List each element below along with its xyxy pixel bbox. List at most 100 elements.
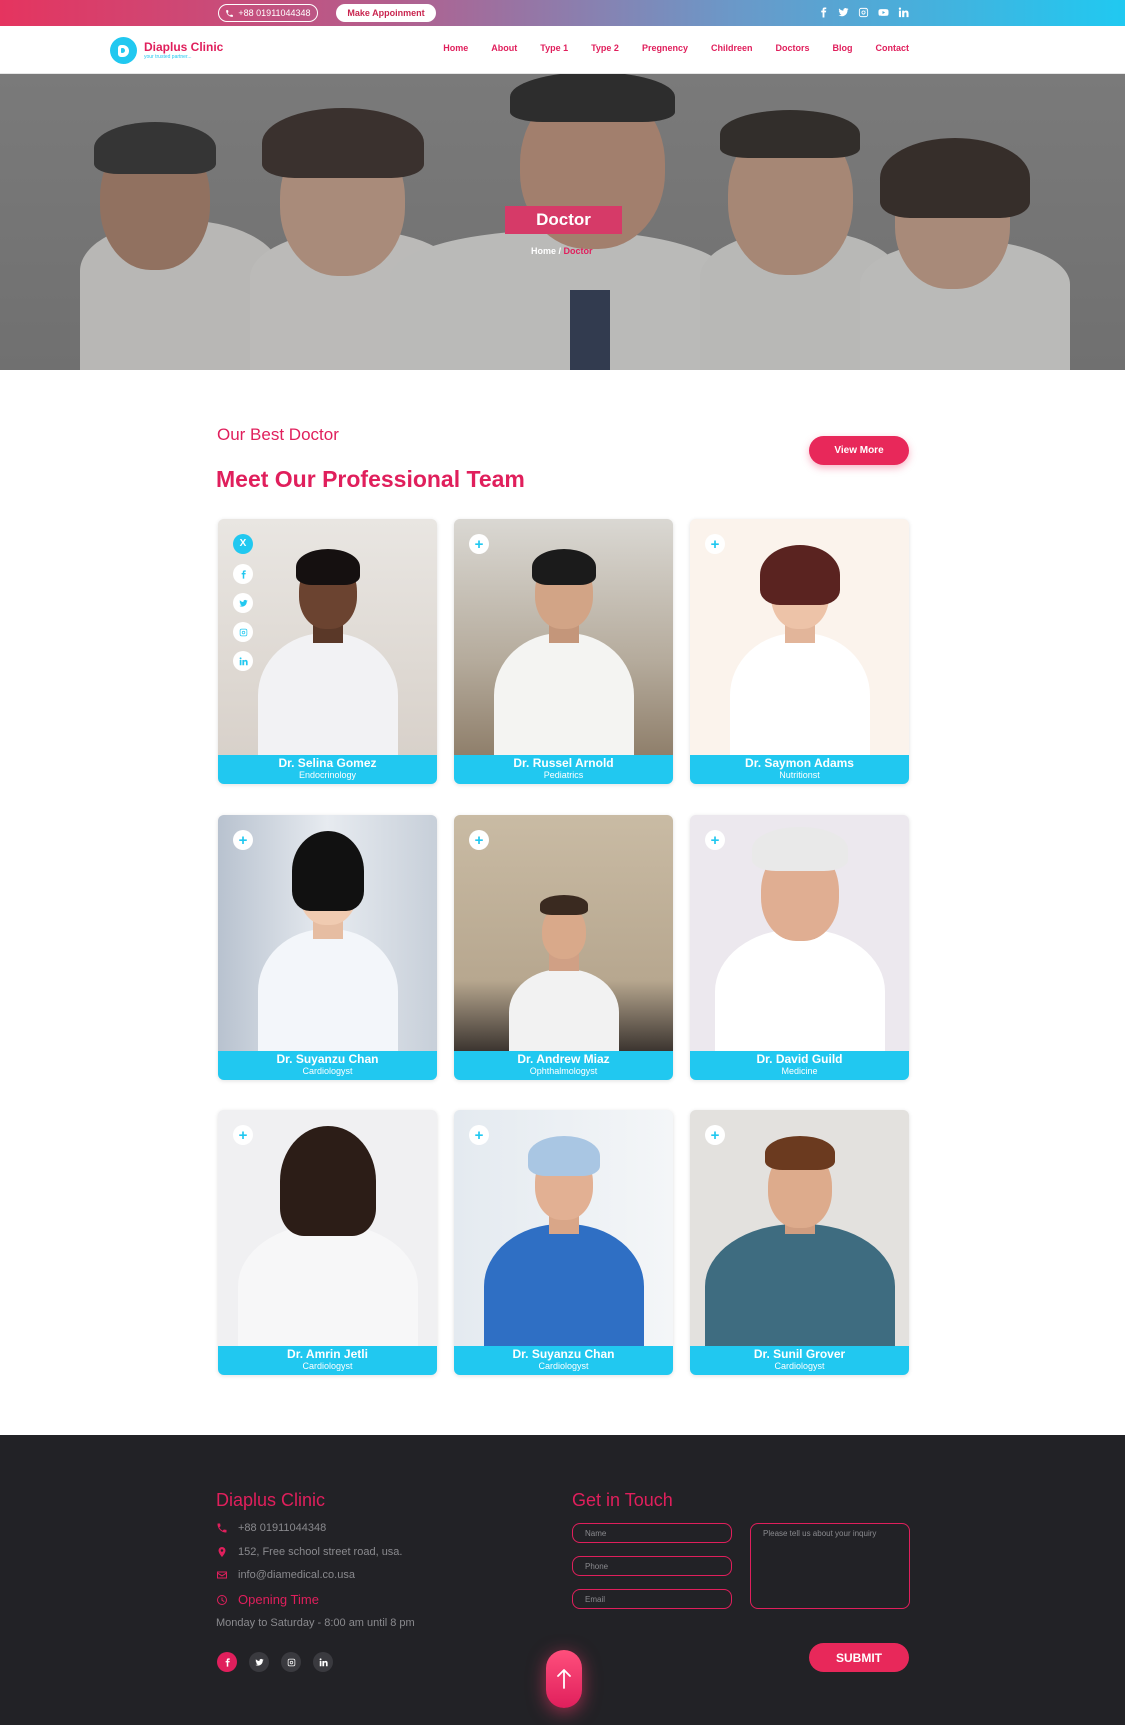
linkedin-icon[interactable] (897, 5, 909, 19)
brand-name: Diaplus Clinic (144, 39, 224, 54)
doctor-label: Dr. Russel Arnold Pediatrics (454, 755, 673, 784)
footer-social-links (217, 1652, 333, 1672)
location-pin-icon (218, 1547, 226, 1557)
nav-item-blog[interactable]: Blog (833, 43, 853, 53)
breadcrumb: Home / Doctor (531, 246, 593, 256)
opening-time-label: Opening Time (238, 1592, 319, 1607)
section-subtitle: Our Best Doctor (217, 425, 339, 444)
doctor-name: Dr. Suyanzu Chan (276, 1052, 379, 1066)
nav-item-doctors[interactable]: Doctors (775, 43, 809, 53)
breadcrumb-current: Doctor (563, 246, 593, 256)
logo-icon (110, 37, 137, 64)
youtube-icon[interactable] (877, 5, 889, 19)
doctor-card[interactable]: X Dr. Selina Gomez Endocrinology (218, 519, 437, 784)
twitter-icon[interactable] (837, 5, 849, 19)
main-navbar: Diaplus Clinic your trusted partner... H… (0, 26, 1125, 74)
arrow-up-icon (557, 1669, 571, 1689)
nav-menu: Home About Type 1 Type 2 Pregnency Child… (443, 43, 909, 53)
doctor-card[interactable]: + Dr. Suyanzu Chan Cardiologyst (218, 815, 437, 1080)
doctor-name: Dr. Andrew Miaz (517, 1052, 610, 1066)
make-appointment-button[interactable]: Make Appoinment (336, 4, 436, 22)
clock-icon (217, 1594, 227, 1605)
doctor-name: Dr. Russel Arnold (513, 756, 614, 770)
doctor-specialty: Cardiologyst (302, 1361, 353, 1371)
footer-phone: +88 01911044348 (216, 1522, 326, 1534)
doctor-label: Dr. Andrew Miaz Ophthalmologyst (454, 1051, 673, 1080)
doctor-photo (454, 519, 673, 755)
phone-pill[interactable]: +88 01911044348 (218, 4, 318, 22)
facebook-icon[interactable] (233, 564, 253, 584)
doctor-specialty: Pediatrics (543, 770, 584, 780)
nav-item-pregnency[interactable]: Pregnency (642, 43, 688, 53)
doctor-photo (454, 1110, 673, 1346)
doctor-label: Dr. Saymon Adams Nutritionst (690, 755, 909, 784)
nav-item-home[interactable]: Home (443, 43, 468, 53)
close-icon[interactable]: X (233, 534, 253, 554)
doctor-specialty: Ophthalmologyst (529, 1066, 598, 1076)
nav-item-type-1[interactable]: Type 1 (540, 43, 568, 53)
doctor-photo (690, 1110, 909, 1346)
doctor-card[interactable]: + Dr. David Guild Medicine (690, 815, 909, 1080)
envelope-icon (217, 1571, 227, 1579)
nav-item-contact[interactable]: Contact (876, 43, 910, 53)
submit-button[interactable]: SUBMIT (809, 1643, 909, 1672)
doctor-card[interactable]: + Dr. Russel Arnold Pediatrics (454, 519, 673, 784)
email-field[interactable]: Email (572, 1589, 732, 1609)
expand-plus-icon[interactable]: + (705, 830, 725, 850)
section-title: Meet Our Professional Team (216, 466, 525, 492)
expand-plus-icon[interactable]: + (233, 1125, 253, 1145)
nav-item-childreen[interactable]: Childreen (711, 43, 753, 53)
instagram-icon[interactable] (233, 622, 253, 642)
doctor-card[interactable]: + Dr. Andrew Miaz Ophthalmologyst (454, 815, 673, 1080)
twitter-icon[interactable] (233, 593, 253, 613)
expand-plus-icon[interactable]: + (469, 534, 489, 554)
facebook-icon[interactable] (217, 1652, 237, 1672)
doctor-photo (218, 1110, 437, 1346)
doctor-card[interactable]: + Dr. Saymon Adams Nutritionst (690, 519, 909, 784)
nav-item-about[interactable]: About (491, 43, 517, 53)
doctor-specialty: Endocrinology (298, 770, 357, 780)
get-in-touch-title: Get in Touch (572, 1490, 673, 1510)
expand-plus-icon[interactable]: + (469, 1125, 489, 1145)
twitter-icon[interactable] (249, 1652, 269, 1672)
brand-tagline: your trusted partner... (144, 53, 192, 60)
linkedin-icon[interactable] (233, 651, 253, 671)
phone-number: +88 01911044348 (238, 8, 311, 18)
footer-email: info@diamedical.co.usa (216, 1569, 355, 1581)
message-field[interactable]: Please tell us about your inquiry (750, 1523, 910, 1609)
doctor-specialty: Cardiologyst (774, 1361, 825, 1371)
facebook-icon[interactable] (817, 5, 829, 19)
page-title: Doctor (505, 206, 622, 234)
doctor-name: Dr. Suyanzu Chan (512, 1347, 615, 1361)
view-more-button[interactable]: View More (809, 436, 909, 465)
expand-plus-icon[interactable]: + (233, 830, 253, 850)
scroll-to-top-button[interactable] (546, 1650, 582, 1708)
footer-email-text[interactable]: info@diamedical.co.usa (238, 1569, 355, 1581)
instagram-icon[interactable] (857, 5, 869, 19)
doctor-name: Dr. Selina Gomez (278, 756, 377, 770)
opening-hours: Monday to Saturday - 8:00 am until 8 pm (216, 1617, 415, 1629)
phone-field[interactable]: Phone (572, 1556, 732, 1576)
hero-banner: Doctor Home / Doctor (0, 74, 1125, 370)
doctor-card[interactable]: + Dr. Sunil Grover Cardiologyst (690, 1110, 909, 1375)
instagram-icon[interactable] (281, 1652, 301, 1672)
expand-plus-icon[interactable]: + (469, 830, 489, 850)
expand-plus-icon[interactable]: + (705, 1125, 725, 1145)
doctor-photo (690, 519, 909, 755)
doctor-photo (218, 815, 437, 1051)
name-field[interactable]: Name (572, 1523, 732, 1543)
footer-address: 152, Free school street road, usa. (216, 1546, 402, 1558)
doctor-name: Dr. David Guild (756, 1052, 843, 1066)
doctor-card[interactable]: + Dr. Amrin Jetli Cardiologyst (218, 1110, 437, 1375)
breadcrumb-home[interactable]: Home / (531, 246, 561, 256)
doctor-card[interactable]: + Dr. Suyanzu Chan Cardiologyst (454, 1110, 673, 1375)
brand-logo[interactable]: Diaplus Clinic your trusted partner... (110, 37, 223, 64)
phone-icon (217, 1523, 227, 1533)
doctor-label: Dr. Selina Gomez Endocrinology (218, 755, 437, 784)
top-social-links (817, 5, 909, 19)
expand-plus-icon[interactable]: + (705, 534, 725, 554)
nav-item-type-2[interactable]: Type 2 (591, 43, 619, 53)
footer-opening: Opening Time (216, 1592, 319, 1607)
linkedin-icon[interactable] (313, 1652, 333, 1672)
doctor-name: Dr. Sunil Grover (753, 1347, 846, 1361)
